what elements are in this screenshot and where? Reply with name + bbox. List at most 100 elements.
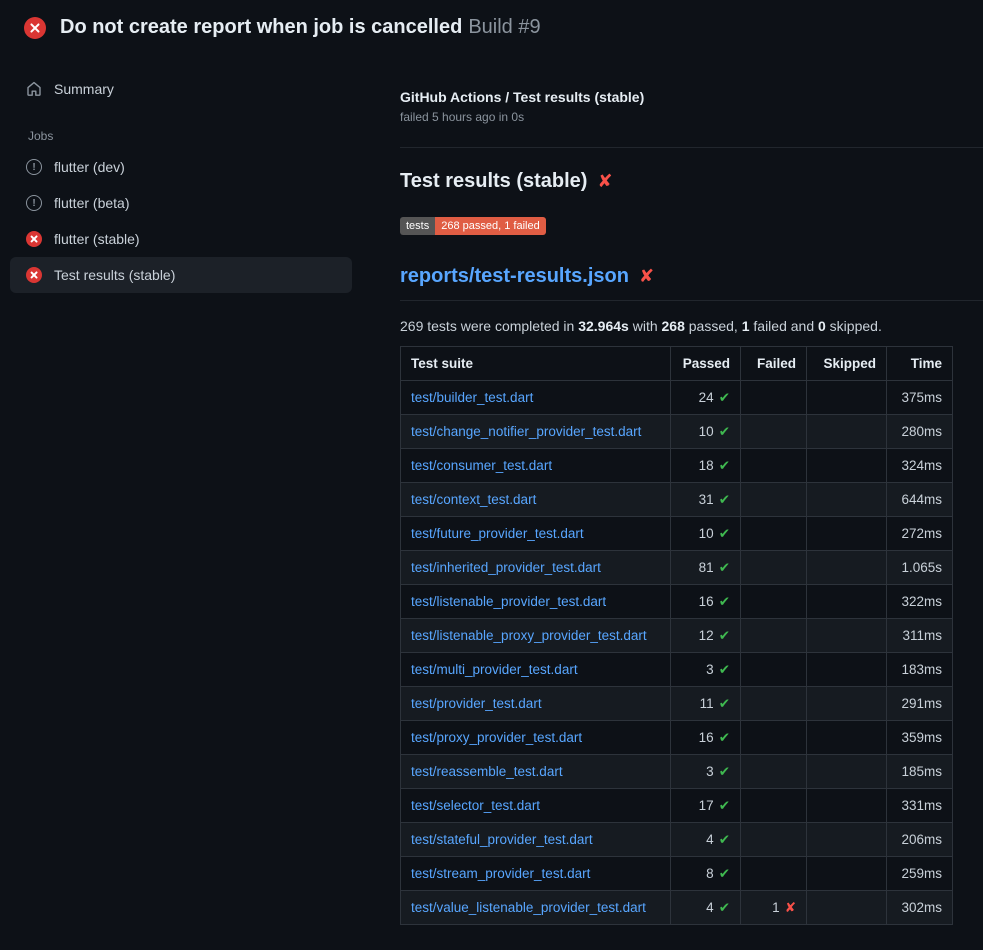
failed-cell-value: 1	[772, 900, 780, 915]
sidebar-item-flutter-dev[interactable]: flutter (dev)	[10, 149, 352, 185]
job-label: flutter (stable)	[54, 231, 140, 247]
time-cell-value: 280ms	[901, 424, 942, 439]
time-cell-value: 185ms	[901, 764, 942, 779]
time-cell: 259ms	[887, 857, 953, 891]
summary-line: 269 tests were completed in 32.964s with…	[400, 318, 983, 334]
summary-skipped-count: 0	[818, 318, 826, 334]
passed-cell: 11✔	[671, 687, 741, 721]
suite-link[interactable]: test/reassemble_test.dart	[411, 764, 563, 779]
failed-cell	[741, 551, 807, 585]
passed-cell: 81✔	[671, 551, 741, 585]
suite-link[interactable]: test/builder_test.dart	[411, 390, 533, 405]
summary-duration: 32.964s	[578, 318, 629, 334]
sidebar-item-test-results-stable[interactable]: Test results (stable)	[10, 257, 352, 293]
suite-link[interactable]: test/stream_provider_test.dart	[411, 866, 590, 881]
skipped-cell	[807, 449, 887, 483]
run-header: Do not create report when job is cancell…	[0, 0, 983, 53]
suite-cell: test/stateful_provider_test.dart	[401, 823, 671, 857]
failed-cell	[741, 653, 807, 687]
suite-link[interactable]: test/listenable_provider_test.dart	[411, 594, 606, 609]
summary-failed-word: failed and	[750, 318, 819, 334]
time-cell: 1.065s	[887, 551, 953, 585]
summary-with: with	[629, 318, 662, 334]
time-cell-value: 206ms	[901, 832, 942, 847]
run-title: Do not create report when job is cancell…	[60, 16, 541, 39]
failed-cell	[741, 483, 807, 517]
check-icon: ✔	[719, 900, 730, 916]
skipped-cell	[807, 381, 887, 415]
failed-x-icon: ✘	[597, 171, 612, 192]
column-header-failed: Failed	[741, 347, 807, 381]
suite-link[interactable]: test/future_provider_test.dart	[411, 526, 584, 541]
check-icon: ✔	[719, 390, 730, 406]
check-icon: ✔	[719, 730, 730, 746]
suite-cell: test/provider_test.dart	[401, 687, 671, 721]
time-cell-value: 311ms	[902, 628, 942, 643]
failed-cell	[741, 619, 807, 653]
passed-cell: 31✔	[671, 483, 741, 517]
sidebar-item-summary[interactable]: Summary	[10, 71, 352, 107]
section-title-text: Test results (stable)	[400, 170, 587, 193]
failed-status-icon	[26, 267, 42, 283]
time-cell: 311ms	[887, 619, 953, 653]
failed-cell	[741, 517, 807, 551]
time-cell: 324ms	[887, 449, 953, 483]
check-icon: ✔	[719, 662, 730, 678]
time-cell: 375ms	[887, 381, 953, 415]
suite-cell: test/value_listenable_provider_test.dart	[401, 891, 671, 925]
suite-link[interactable]: test/provider_test.dart	[411, 696, 542, 711]
time-cell-value: 183ms	[901, 662, 942, 677]
suite-link[interactable]: test/selector_test.dart	[411, 798, 540, 813]
passed-cell-value: 81	[699, 560, 714, 575]
passed-cell-value: 11	[700, 696, 714, 711]
suite-link[interactable]: test/context_test.dart	[411, 492, 536, 507]
sidebar: Summary Jobs flutter (dev)flutter (beta)…	[0, 53, 400, 293]
table-row: test/provider_test.dart11✔291ms	[401, 687, 953, 721]
sidebar-item-flutter-beta[interactable]: flutter (beta)	[10, 185, 352, 221]
suite-cell: test/change_notifier_provider_test.dart	[401, 415, 671, 449]
table-row: test/builder_test.dart 24✔ 375ms	[401, 381, 953, 415]
failed-cell	[741, 585, 807, 619]
passed-cell-value: 18	[699, 458, 714, 473]
column-header-test-suite: Test suite	[401, 347, 671, 381]
suite-link[interactable]: test/inherited_provider_test.dart	[411, 560, 601, 575]
report-link[interactable]: reports/test-results.json	[400, 265, 629, 288]
table-row: test/listenable_provider_test.dart16✔322…	[401, 585, 953, 619]
sidebar-item-flutter-stable[interactable]: flutter (stable)	[10, 221, 352, 257]
suite-link[interactable]: test/proxy_provider_test.dart	[411, 730, 582, 745]
passed-cell: 24✔	[671, 381, 741, 415]
passed-cell: 17✔	[671, 789, 741, 823]
time-cell-value: 322ms	[901, 594, 942, 609]
column-header-time: Time	[887, 347, 953, 381]
run-failed-status-icon	[24, 17, 46, 39]
suite-cell: test/consumer_test.dart	[401, 449, 671, 483]
summary-skipped-word: skipped.	[826, 318, 882, 334]
failed-cell	[741, 755, 807, 789]
time-cell: 359ms	[887, 721, 953, 755]
suite-link[interactable]: test/multi_provider_test.dart	[411, 662, 578, 677]
suite-link[interactable]: test/stateful_provider_test.dart	[411, 832, 593, 847]
main-content: GitHub Actions / Test results (stable) f…	[400, 53, 983, 925]
suite-link[interactable]: test/listenable_proxy_provider_test.dart	[411, 628, 647, 643]
passed-cell: 16 ✔	[671, 721, 741, 755]
report-failed-x-icon: ✘	[639, 266, 654, 287]
table-row: test/context_test.dart31✔644ms	[401, 483, 953, 517]
table-row: test/consumer_test.dart18✔324ms	[401, 449, 953, 483]
failed-cell	[741, 789, 807, 823]
suite-link[interactable]: test/value_listenable_provider_test.dart	[411, 900, 646, 915]
check-icon: ✔	[719, 866, 730, 882]
run-title-text: Do not create report when job is cancell…	[60, 16, 462, 38]
passed-cell-value: 16	[699, 730, 714, 745]
skipped-cell	[807, 551, 887, 585]
passed-cell: 3✔	[671, 653, 741, 687]
suite-link[interactable]: test/change_notifier_provider_test.dart	[411, 424, 641, 439]
time-cell-value: 1.065s	[901, 560, 942, 575]
skipped-cell	[807, 653, 887, 687]
check-icon: ✔	[719, 424, 730, 440]
neutral-status-icon	[26, 195, 42, 211]
suite-link[interactable]: test/consumer_test.dart	[411, 458, 552, 473]
passed-cell: 10✔	[671, 415, 741, 449]
summary-label: Summary	[54, 81, 114, 97]
passed-cell-value: 8	[706, 866, 714, 881]
table-row: test/stateful_provider_test.dart4✔206ms	[401, 823, 953, 857]
